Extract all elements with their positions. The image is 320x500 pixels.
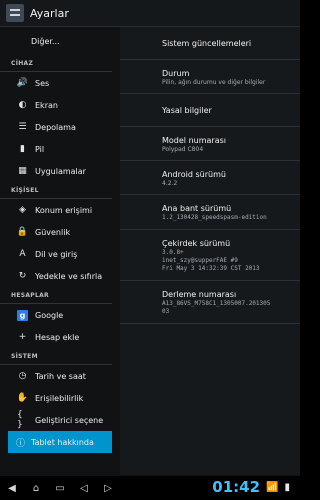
sidebar-item-about-tablet[interactable]: ⓘⓘTablet hakkında [8, 431, 112, 453]
sidebar-item-backup[interactable]: ↻ Yedekle ve sıfırla [0, 265, 112, 287]
back-icon[interactable]: ◀ [0, 483, 24, 494]
android-version-item[interactable]: Android sürümü 4.2.2 [120, 161, 300, 195]
backup-icon: ↻ [18, 271, 27, 281]
developer-icon: { } [17, 410, 23, 430]
section-header-personal: KİŞİSEL [0, 182, 112, 199]
baseband-version-item: Ana bant sürümü 1.2_130428_speedspasm-edi… [120, 195, 300, 230]
sidebar-item-display[interactable]: ◐ Ekran [0, 94, 112, 116]
storage-icon: ☰ [18, 122, 27, 132]
page-title: Ayarlar [30, 6, 69, 20]
sidebar-item-language[interactable]: A Dil ve giriş [0, 243, 112, 265]
recent-apps-icon[interactable]: ▭ [48, 483, 72, 494]
sidebar-item-date-time[interactable]: ◷ Tarih ve saat [0, 365, 112, 387]
sidebar-item-sound[interactable]: 🔊 Ses [0, 72, 112, 94]
model-number-item: Model numarası Polypad C804 [120, 127, 300, 161]
settings-app: { "app": {"title": "Ayarlar"}, "sidebar"… [0, 0, 300, 500]
volume-up-icon[interactable]: ▷ [96, 483, 120, 494]
sidebar-item-storage[interactable]: ☰ Depolama [0, 116, 112, 138]
volume-icon: 🔊 [16, 78, 29, 88]
apps-icon: ▦ [18, 166, 27, 176]
sidebar-item-battery[interactable]: ▮ Pil [0, 138, 112, 160]
sidebar-item-accessibility[interactable]: ✋ Erişilebilirlik [0, 387, 112, 409]
volume-down-icon[interactable]: ◁ [72, 483, 96, 494]
settings-sidebar: Diğer... CİHAZ 🔊 Ses ◐ Ekran ☰ Depolama ▮ Pi… [0, 27, 112, 475]
sidebar-item-add-account[interactable]: + Hesap ekle [0, 326, 112, 348]
sidebar-item-developer[interactable]: { } Geliştirici seçene [0, 409, 112, 431]
brightness-icon: ◐ [18, 100, 27, 110]
add-icon: + [18, 332, 27, 342]
section-header-system: SİSTEM [0, 348, 112, 365]
lock-icon: 🔒 [16, 227, 29, 237]
language-icon: A [19, 249, 26, 259]
wifi-icon: 📶 [266, 481, 279, 493]
sidebar-item-location[interactable]: ◈ Konum erişimi [0, 199, 112, 221]
google-icon: g [17, 309, 28, 321]
home-icon[interactable]: ⌂ [24, 483, 48, 494]
section-header-accounts: HESAPLAR [0, 287, 112, 304]
sidebar-item-label: Diğer... [31, 36, 60, 46]
sidebar-item-apps[interactable]: ▦ Uygulamalar [0, 160, 112, 182]
status-area[interactable]: 01:42 📶 ▮ [212, 478, 290, 496]
sidebar-item-other[interactable]: Diğer... [0, 27, 112, 55]
status-item[interactable]: Durum Pilin, ağın durumu ve diğer bilgile… [120, 60, 300, 94]
sidebar-item-google[interactable]: g Google [0, 304, 112, 326]
settings-app-icon[interactable] [6, 4, 24, 22]
kernel-version-item: Çekirdek sürümü 3.0.8+ inet_szy@supperFAE… [120, 230, 300, 281]
clock-icon: ◷ [18, 371, 27, 381]
location-icon: ◈ [19, 205, 26, 215]
info-icon: ⓘ [16, 438, 26, 449]
about-tablet-panel: Sistem güncellemeleri Durum Pilin, ağın d… [120, 27, 300, 475]
battery-status-icon: ▮ [284, 481, 290, 493]
section-header-device: CİHAZ [0, 55, 112, 72]
battery-icon: ▮ [20, 144, 25, 154]
action-bar: Ayarlar [0, 0, 300, 27]
system-updates-item[interactable]: Sistem güncellemeleri [120, 27, 300, 60]
sidebar-item-security[interactable]: 🔒 Güvenlik [0, 221, 112, 243]
build-number-item[interactable]: Derleme numarası A13_86VS_M758C1_1305007.… [120, 281, 300, 324]
accessibility-icon: ✋ [16, 393, 29, 403]
clock: 01:42 [212, 478, 261, 496]
legal-info-item[interactable]: Yasal bilgiler [120, 94, 300, 127]
